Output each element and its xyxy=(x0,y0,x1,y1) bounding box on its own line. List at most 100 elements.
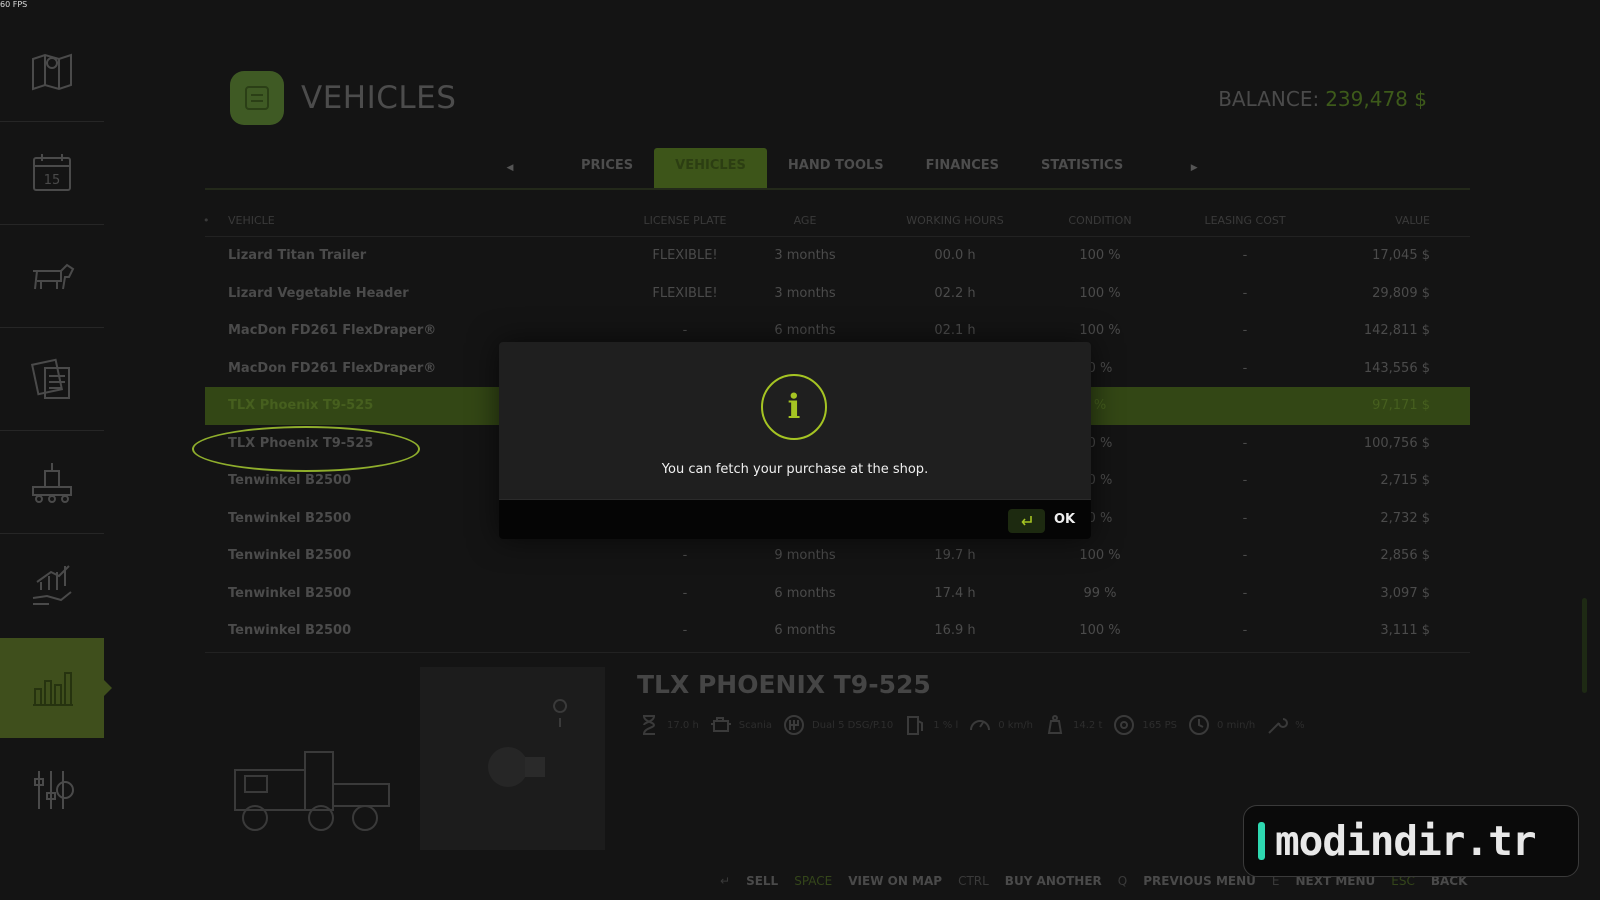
cell-age: 3 months xyxy=(774,285,836,301)
map-preview[interactable] xyxy=(420,667,605,850)
calendar-icon: 15 xyxy=(33,154,71,191)
sidebar-item-statistics[interactable] xyxy=(0,638,112,738)
sidebar-item-production[interactable] xyxy=(0,432,104,532)
gearbox-icon xyxy=(784,715,805,735)
cell-license-plate: - xyxy=(682,623,688,638)
column-header-license-plate[interactable]: LICENSE PLATE xyxy=(615,205,755,237)
cell-leasing-cost: - xyxy=(1242,248,1248,263)
cell-value: 142,811 $ xyxy=(1363,323,1430,338)
spec-item: % xyxy=(1265,712,1305,738)
cell-age: 9 months xyxy=(774,548,836,563)
spec-item: Dual 5 DSG/P.10 xyxy=(782,712,893,738)
tab-hand-tools[interactable]: HAND TOOLS xyxy=(767,148,905,188)
cell-vehicle-name: Lizard Titan Trailer xyxy=(228,248,367,263)
footer-key-hint: Q xyxy=(1117,874,1128,888)
cell-vehicle-name: MacDon FD261 FlexDraper® xyxy=(228,323,437,338)
table-row[interactable]: Tenwinkel B2500 - 9 months 19.7 h 100 % - 2,85… xyxy=(205,537,1470,575)
table-row[interactable]: Lizard Vegetable Header FLEXIBLE! 3 months… xyxy=(205,275,1470,313)
tab-statistics[interactable]: STATISTICS xyxy=(1020,148,1144,188)
balance-value: 239,478 $ xyxy=(1325,87,1427,111)
watermark-text: modindir.tr xyxy=(1275,817,1537,865)
weight-icon xyxy=(1047,715,1063,734)
cell-license-plate: FLEXIBLE! xyxy=(652,248,718,263)
footer-key-hint: SPACE xyxy=(794,874,833,888)
cell-value: 143,556 $ xyxy=(1363,360,1430,376)
spec-value: 0 min/h xyxy=(1217,719,1256,731)
documents-icon xyxy=(30,358,70,399)
cell-license-plate: - xyxy=(682,585,688,601)
cell-license-plate: FLEXIBLE! xyxy=(652,285,718,301)
column-header-age[interactable]: AGE xyxy=(745,205,865,237)
cell-leasing-cost: - xyxy=(1242,323,1248,338)
cell-vehicle-name: Tenwinkel B2500 xyxy=(228,623,352,638)
spec-value: 14.2 t xyxy=(1073,719,1103,731)
balance-label: BALANCE: xyxy=(1218,87,1320,111)
sidebar-item-contracts[interactable] xyxy=(0,329,104,429)
column-header-condition[interactable]: CONDITION xyxy=(1035,205,1165,237)
column-header-value[interactable]: VALUE xyxy=(1305,205,1430,237)
spec-item: 0 min/h xyxy=(1187,712,1255,738)
watermark-bar xyxy=(1258,822,1265,860)
vehicle-specs: 17.0 h Scania Dual 5 DSG/P.10 1 % l 0 km/h 14… xyxy=(637,712,1305,738)
column-header-vehicle[interactable]: VEHICLE xyxy=(228,205,275,237)
tab-prices[interactable]: PRICES xyxy=(560,148,654,188)
tab-bar: ◀ PRICES VEHICLES HAND TOOLS FINANCES ST… xyxy=(490,148,1214,188)
spec-value: 165 PS xyxy=(1142,719,1178,731)
tab-prev-arrow-icon[interactable]: ◀ xyxy=(490,163,530,173)
enter-key-icon[interactable] xyxy=(1008,509,1045,533)
footer-key-hint: ↵ xyxy=(720,874,731,888)
cow-icon xyxy=(33,263,75,290)
cell-condition: 100 % xyxy=(1079,623,1121,638)
statistics-icon xyxy=(33,672,73,706)
spec-value: Scania xyxy=(738,719,773,731)
spec-item: 17.0 h xyxy=(637,712,699,738)
fps-counter: 60 FPS xyxy=(0,0,28,9)
cell-age: 6 months xyxy=(774,585,836,601)
info-dialog: i You can fetch your purchase at the sho… xyxy=(499,342,1091,539)
cell-vehicle-name: MacDon FD261 FlexDraper® xyxy=(228,360,437,376)
sidebar-item-map[interactable] xyxy=(0,20,104,120)
tab-next-arrow-icon[interactable]: ▶ xyxy=(1174,163,1214,173)
spec-item: 14.2 t xyxy=(1043,712,1102,738)
sidebar-item-settings[interactable] xyxy=(0,740,104,840)
page-title: VEHICLES xyxy=(301,80,457,116)
table-row[interactable]: Tenwinkel B2500 - 6 months 16.9 h 100 % - 3,11… xyxy=(205,612,1470,650)
map-icon xyxy=(32,53,72,91)
ok-button[interactable]: OK xyxy=(1054,512,1075,527)
cell-working-hours: 00.0 h xyxy=(934,248,976,263)
column-header-working-hours[interactable]: WORKING HOURS xyxy=(885,205,1025,237)
cell-leasing-cost: - xyxy=(1242,548,1248,563)
column-header-leasing-cost[interactable]: LEASING COST xyxy=(1180,205,1310,237)
footer-action-sell[interactable]: SELL xyxy=(746,874,778,888)
cell-value: 100,756 $ xyxy=(1363,435,1430,451)
dialog-message: You can fetch your purchase at the shop. xyxy=(661,462,929,477)
tab-vehicles[interactable]: VEHICLES xyxy=(654,148,767,188)
cell-working-hours: 19.7 h xyxy=(934,548,976,563)
cell-condition: 100 % xyxy=(1079,285,1121,301)
sidebar-item-animals[interactable] xyxy=(0,226,104,326)
dialog-footer: OK xyxy=(499,500,1091,539)
spec-value: Dual 5 DSG/P.10 xyxy=(812,719,894,731)
tab-finances[interactable]: FINANCES xyxy=(905,148,1020,188)
table-divider xyxy=(205,652,1470,653)
cell-working-hours: 02.2 h xyxy=(934,285,976,301)
sort-indicator-icon: • xyxy=(203,214,210,227)
sidebar: 15 xyxy=(0,20,112,850)
cell-working-hours: 16.9 h xyxy=(934,623,976,638)
table-header: • VEHICLE LICENSE PLATE AGE WORKING HOUR… xyxy=(203,205,1470,237)
annotation-circle xyxy=(192,426,420,472)
scrollbar[interactable] xyxy=(1582,598,1587,693)
table-row[interactable]: Tenwinkel B2500 - 6 months 17.4 h 99 % - 3,097… xyxy=(205,575,1470,613)
footer-action-buy-another[interactable]: BUY ANOTHER xyxy=(1005,874,1102,888)
cell-vehicle-name: Tenwinkel B2500 xyxy=(228,548,352,563)
footer-action-previous-menu[interactable]: PREVIOUS MENU xyxy=(1143,874,1256,888)
info-icon: i xyxy=(761,374,827,440)
spec-value: 17.0 h xyxy=(667,719,699,731)
sidebar-item-finances[interactable] xyxy=(0,535,104,635)
spec-item: Scania xyxy=(709,712,772,738)
table-row[interactable]: Lizard Titan Trailer FLEXIBLE! 3 months 00.… xyxy=(205,237,1470,275)
sidebar-item-calendar[interactable]: 15 xyxy=(0,123,104,223)
footer-action-view-on-map[interactable]: VIEW ON MAP xyxy=(848,874,942,888)
cell-vehicle-name: Tenwinkel B2500 xyxy=(228,510,352,526)
timer-icon xyxy=(1189,715,1210,735)
